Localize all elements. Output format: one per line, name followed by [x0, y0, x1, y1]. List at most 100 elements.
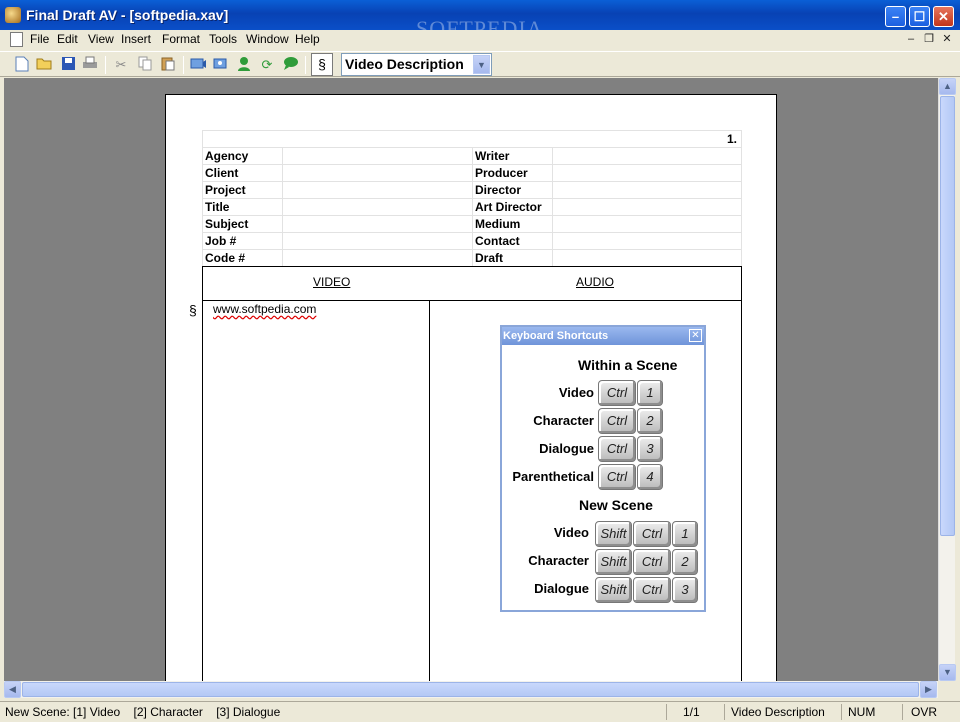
maximize-button[interactable]: ☐ [909, 6, 930, 27]
chat-icon[interactable] [281, 56, 299, 74]
header-value-job[interactable] [282, 232, 473, 250]
minimize-button[interactable]: – [885, 6, 906, 27]
video-text[interactable]: www.softpedia.com [213, 302, 316, 316]
mdi-restore-button[interactable]: ❐ [922, 33, 936, 47]
toolbar-separator [105, 56, 106, 74]
scroll-down-icon[interactable]: ▼ [939, 664, 956, 681]
scene-icon[interactable] [189, 56, 207, 74]
header-label-producer: Producer [472, 164, 553, 182]
key-3: 3 [637, 436, 663, 462]
key-ctrl: Ctrl [598, 436, 636, 462]
save-disk-icon[interactable] [59, 56, 77, 74]
scroll-right-icon[interactable]: ▶ [920, 681, 937, 698]
shot-icon[interactable] [212, 56, 230, 74]
cut-scissors-icon[interactable]: ✂ [112, 56, 130, 74]
header-value-producer[interactable] [552, 164, 742, 182]
header-value-code[interactable] [282, 249, 473, 267]
header-value-writer[interactable] [552, 147, 742, 165]
scroll-left-icon[interactable]: ◀ [4, 681, 21, 698]
paste-icon[interactable] [159, 56, 177, 74]
menu-window[interactable]: Window [246, 32, 289, 46]
shortcut-label: Video [558, 385, 594, 400]
refresh-icon[interactable]: ⟳ [258, 56, 276, 74]
header-label-client: Client [202, 164, 283, 182]
mdi-close-button[interactable]: ✕ [940, 33, 954, 47]
header-label-agency: Agency [202, 147, 283, 165]
document-icon[interactable] [10, 32, 23, 47]
key-ctrl: Ctrl [633, 521, 671, 547]
keyboard-shortcuts-palette[interactable]: Keyboard Shortcuts ✕ Within a Scene Vide… [500, 325, 706, 612]
header-value-subject[interactable] [282, 215, 473, 233]
section-button[interactable]: § [311, 53, 333, 76]
header-value-project[interactable] [282, 181, 473, 199]
key-shift: Shift [595, 521, 632, 547]
toolbar: ✂ ⟳ § Video Description ▼ [0, 51, 960, 77]
horizontal-scroll-thumb[interactable] [22, 682, 919, 697]
header-value-client[interactable] [282, 164, 473, 182]
header-label-subject: Subject [202, 215, 283, 233]
key-ctrl: Ctrl [633, 577, 671, 603]
header-table: 1. Agency Writer Client Producer Project… [202, 130, 742, 267]
toolbar-separator [183, 56, 184, 74]
header-value-contact[interactable] [552, 232, 742, 250]
copy-icon[interactable] [136, 56, 154, 74]
header-value-medium[interactable] [552, 215, 742, 233]
header-label-title: Title [202, 198, 283, 216]
section-marker: § [189, 302, 197, 318]
video-cell[interactable]: www.softpedia.com [213, 302, 316, 316]
status-num: NUM [848, 705, 876, 719]
print-icon[interactable] [81, 56, 99, 74]
av-header-row: VIDEO AUDIO [203, 267, 741, 301]
menu-edit[interactable]: Edit [57, 32, 78, 46]
palette-title[interactable]: Keyboard Shortcuts [502, 327, 704, 345]
key-ctrl: Ctrl [598, 464, 636, 490]
header-label-contact: Contact [472, 232, 553, 250]
header-label-art-director: Art Director [472, 198, 553, 216]
header-value-draft[interactable] [552, 249, 742, 267]
status-ovr: OVR [911, 705, 938, 719]
element-type-select[interactable]: Video Description ▼ [341, 53, 492, 76]
close-button[interactable]: ✕ [933, 6, 954, 27]
horizontal-scrollbar[interactable]: ◀ ▶ [4, 681, 938, 698]
key-1: 1 [637, 380, 663, 406]
mdi-minimize-button[interactable]: – [904, 33, 918, 47]
video-column-heading[interactable]: VIDEO [313, 275, 350, 289]
status-separator [666, 704, 667, 720]
key-ctrl: Ctrl [633, 549, 671, 575]
header-value-title[interactable] [282, 198, 473, 216]
menu-bar: File Edit View Insert Format Tools Windo… [0, 30, 960, 50]
header-label-writer: Writer [472, 147, 553, 165]
header-value-director[interactable] [552, 181, 742, 199]
menu-insert[interactable]: Insert [121, 32, 151, 46]
shortcut-label: Character [533, 413, 594, 428]
vertical-scroll-thumb[interactable] [940, 96, 955, 536]
chevron-down-icon[interactable]: ▼ [473, 55, 490, 74]
open-folder-icon[interactable] [35, 56, 53, 74]
window-title: Final Draft AV - [softpedia.xav] [26, 7, 229, 23]
menu-help[interactable]: Help [295, 32, 320, 46]
app-icon[interactable] [5, 7, 21, 23]
header-value-agency[interactable] [282, 147, 473, 165]
key-ctrl: Ctrl [598, 408, 636, 434]
status-bar: New Scene: [1] Video [2] Character [3] D… [0, 701, 960, 722]
close-icon[interactable]: ✕ [689, 329, 702, 342]
key-4: 4 [637, 464, 663, 490]
scroll-up-icon[interactable]: ▲ [939, 78, 956, 95]
toolbar-separator [305, 56, 306, 74]
title-bar: Final Draft AV - [softpedia.xav] SOFTPED… [0, 0, 960, 41]
new-scene-heading: New Scene [579, 497, 653, 513]
key-2: 2 [672, 549, 698, 575]
menu-format[interactable]: Format [162, 32, 200, 46]
vertical-scrollbar[interactable]: ▲ ▼ [938, 78, 956, 681]
shortcut-label: Video [553, 525, 589, 540]
menu-view[interactable]: View [88, 32, 114, 46]
new-document-icon[interactable] [13, 56, 31, 74]
within-scene-heading: Within a Scene [578, 357, 678, 373]
audio-column-heading[interactable]: AUDIO [576, 275, 614, 289]
header-value-art-director[interactable] [552, 198, 742, 216]
header-label-code: Code # [202, 249, 283, 267]
status-hint: New Scene: [1] Video [2] Character [3] D… [5, 705, 281, 719]
menu-tools[interactable]: Tools [209, 32, 237, 46]
menu-file[interactable]: File [30, 32, 49, 46]
character-icon[interactable] [235, 56, 253, 74]
